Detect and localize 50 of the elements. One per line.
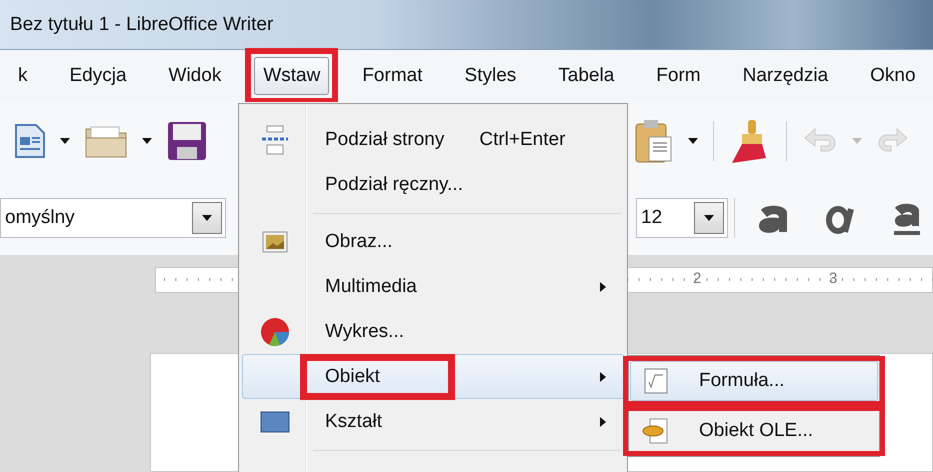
formula-icon: [644, 368, 668, 394]
menu-option[interactable]: Kształt: [242, 399, 624, 444]
page-break-icon: [260, 124, 290, 154]
menu-item[interactable]: Form: [647, 57, 710, 95]
menu-item[interactable]: Format: [353, 57, 432, 95]
window-title: Bez tytułu 1 - LibreOffice Writer: [10, 14, 274, 36]
shortcut-text: Ctrl+Enter: [479, 128, 566, 150]
ole-object-icon: [642, 418, 670, 444]
option-label: Obiekt: [324, 366, 381, 388]
menu-item[interactable]: Wstaw: [254, 57, 330, 95]
ruler-number: 3: [829, 270, 838, 287]
caret-icon: [703, 214, 715, 222]
option-label: Formuła...: [699, 370, 785, 392]
rectangle-icon: [260, 410, 290, 432]
caret-icon: [201, 214, 213, 222]
caret-icon[interactable]: [141, 137, 153, 145]
menu-option[interactable]: Obiekt: [242, 354, 624, 399]
option-label: Multimedia: [324, 276, 418, 298]
folder-icon[interactable]: [85, 124, 127, 158]
menu-item[interactable]: k: [9, 57, 36, 95]
menu-option[interactable]: Podział ręczny...: [242, 162, 624, 207]
option-label: Wykres...: [324, 320, 405, 342]
font-size-combo[interactable]: 12: [636, 198, 728, 238]
new-document-icon[interactable]: [15, 124, 45, 158]
caret-icon[interactable]: [59, 137, 71, 145]
menu-option[interactable]: Multimedia: [242, 264, 624, 309]
menu-item[interactable]: Tabela: [549, 57, 624, 95]
paragraph-style-combo[interactable]: omyślny: [0, 198, 226, 238]
ruler-number: 2: [693, 270, 702, 287]
dropdown-button[interactable]: [192, 202, 222, 234]
menu-option[interactable]: Obraz...: [242, 219, 624, 264]
menu-item[interactable]: Styles: [456, 57, 526, 95]
pie-chart-icon: [260, 316, 290, 346]
menu-item[interactable]: Okno: [861, 57, 925, 95]
option-label: Kształt: [324, 410, 384, 432]
menu-item[interactable]: Widok: [160, 57, 230, 95]
image-icon: [262, 230, 288, 252]
menu-option[interactable]: Wykres...: [242, 309, 624, 354]
menu-option[interactable]: Obiekt OLE...: [630, 411, 878, 451]
save-icon[interactable]: [167, 121, 207, 161]
option-label: Podział ręczny...: [324, 174, 464, 196]
menu-item[interactable]: Edycja: [60, 57, 136, 95]
option-label: Obiekt OLE...: [699, 420, 814, 442]
menu-option[interactable]: Formuła...: [630, 361, 878, 401]
caret-icon[interactable]: [687, 137, 699, 145]
clipboard-icon[interactable]: [635, 119, 673, 163]
option-label: Podział strony: [324, 128, 446, 150]
option-label: Obraz...: [324, 230, 394, 252]
menu-item[interactable]: Narzędzia: [734, 57, 838, 95]
dropdown-button[interactable]: [694, 202, 724, 234]
